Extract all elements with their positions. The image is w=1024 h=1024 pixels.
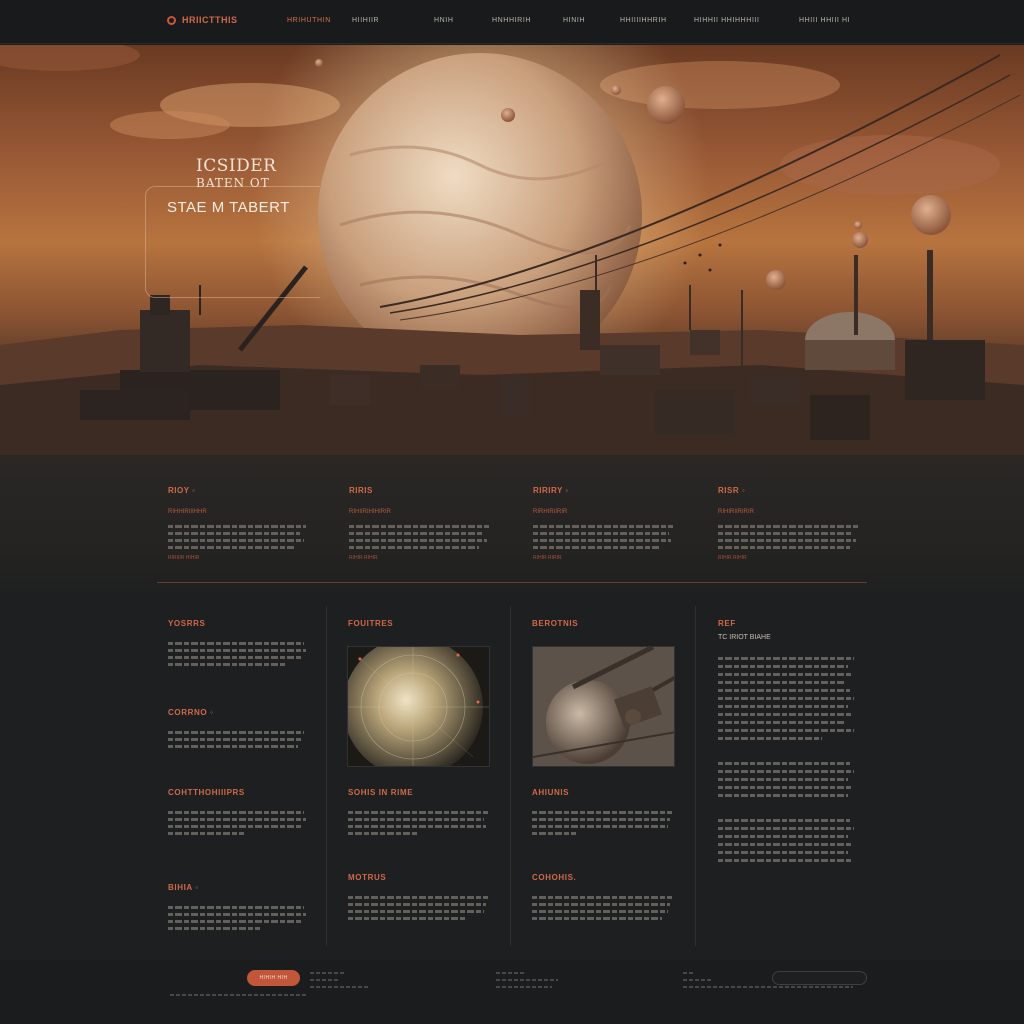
nav-item-4[interactable]: HNHHIRIH bbox=[492, 17, 531, 24]
feature-title[interactable]: RIRIS bbox=[349, 486, 494, 495]
section-subtitle: TC IRIOT BIAHE bbox=[718, 634, 771, 641]
column-divider bbox=[510, 606, 511, 946]
footer-button[interactable]: HIHIH HIH bbox=[247, 970, 300, 986]
feature-text bbox=[349, 525, 494, 549]
radar-illustration bbox=[348, 647, 489, 766]
nav-item-8[interactable]: HHIII HHIII HI bbox=[799, 17, 850, 24]
section-block: YOSRRS bbox=[168, 619, 310, 666]
feature-link[interactable]: RIHIR RIHIR bbox=[349, 555, 494, 561]
feature-card-3: RIRIRY ◦ RIRHIRIIRIR RIHIR RIRIR bbox=[533, 486, 678, 561]
section-text bbox=[718, 762, 860, 797]
section-block: COHTTHOHIIIPRS bbox=[168, 788, 310, 835]
content-grid bbox=[0, 590, 1024, 960]
section-title[interactable]: BEROTNIS bbox=[532, 619, 674, 628]
section-title[interactable]: AHIUNIS bbox=[532, 788, 674, 797]
section-text bbox=[718, 819, 860, 862]
section-title[interactable]: CORRNO ◦ bbox=[168, 708, 310, 717]
section-title[interactable]: COHTTHOHIIIPRS bbox=[168, 788, 310, 797]
logo[interactable]: HRIICTTHIS bbox=[167, 15, 238, 25]
feature-text bbox=[718, 525, 863, 549]
hero-heading-line-3: STAE M TABERT bbox=[167, 199, 290, 216]
nav-item-2[interactable]: HIIHIIR bbox=[352, 17, 379, 24]
section-text bbox=[348, 811, 490, 835]
feature-link[interactable]: RIRIIIR HIHIR bbox=[168, 555, 313, 561]
section-title[interactable]: BIHIA ◦ bbox=[168, 883, 310, 892]
nav-item-6[interactable]: HHIIIIHHRIH bbox=[620, 17, 667, 24]
section-text bbox=[718, 657, 860, 740]
section-title[interactable]: COHOHIS. bbox=[532, 873, 674, 882]
section-block: AHIUNIS bbox=[532, 788, 674, 835]
feature-title[interactable]: RISR ◦ bbox=[718, 486, 863, 495]
nav-item-1[interactable]: HRIHUTHIN bbox=[287, 17, 331, 24]
section-divider bbox=[157, 582, 867, 583]
column-divider bbox=[326, 606, 327, 946]
column-divider bbox=[695, 606, 696, 946]
feature-subtitle: RIRHIRIIRIR bbox=[533, 509, 568, 515]
feature-link[interactable]: RIHIR RIRIR bbox=[533, 555, 678, 561]
section-text bbox=[168, 642, 310, 666]
section-text bbox=[168, 906, 310, 930]
nav-item-7[interactable]: HIHHII HHIHHHIII bbox=[694, 17, 760, 24]
feature-strip bbox=[0, 455, 1024, 590]
section-text bbox=[532, 896, 674, 920]
hero-banner bbox=[0, 45, 1024, 455]
logo-icon bbox=[167, 15, 176, 25]
hero-heading-line-2: BATEN OT bbox=[196, 176, 270, 190]
section-title[interactable]: FOUITRES bbox=[348, 619, 490, 628]
section-title[interactable]: YOSRRS bbox=[168, 619, 310, 628]
feature-text bbox=[168, 525, 313, 549]
section-text bbox=[532, 811, 674, 835]
section-title[interactable]: SOHIS IN RIME bbox=[348, 788, 490, 797]
section-title[interactable]: MOTRUS bbox=[348, 873, 490, 882]
feature-subtitle: RIHHIRIIIHHR bbox=[168, 509, 207, 515]
feature-title[interactable]: RIRIRY ◦ bbox=[533, 486, 678, 495]
spacecraft-image[interactable] bbox=[532, 646, 675, 767]
section-block: MOTRUS bbox=[348, 873, 490, 920]
section-block: FOUITRES bbox=[348, 619, 490, 642]
section-block: SOHIS IN RIME bbox=[348, 788, 490, 835]
section-text bbox=[168, 731, 310, 748]
nav-item-3[interactable]: HNIH bbox=[434, 17, 454, 24]
footer-links bbox=[310, 972, 370, 988]
radar-image[interactable] bbox=[347, 646, 490, 767]
section-block: REF TC IRIOT BIAHE bbox=[718, 619, 860, 862]
logo-text: HRIICTTHIS bbox=[182, 15, 238, 25]
section-text bbox=[168, 811, 310, 835]
feature-title[interactable]: RIOY ◦ bbox=[168, 486, 313, 495]
feature-card-4: RISR ◦ RIHIRIIRIRIR RIHIR RIHIR bbox=[718, 486, 863, 561]
feature-subtitle: RIHIRIIRIRIR bbox=[718, 509, 754, 515]
nav-item-5[interactable]: HINIH bbox=[563, 17, 585, 24]
spacecraft-illustration bbox=[533, 647, 674, 766]
feature-card-2: RIRIS RIHIIRIHIHIRIR RIHIR RIHIR bbox=[349, 486, 494, 561]
section-block: COHOHIS. bbox=[532, 873, 674, 920]
footer bbox=[0, 960, 1024, 1024]
section-block: CORRNO ◦ bbox=[168, 708, 310, 748]
section-title[interactable]: REF bbox=[718, 619, 860, 628]
footer-links bbox=[496, 972, 558, 988]
feature-subtitle: RIHIIRIHIHIRIR bbox=[349, 509, 391, 515]
footer-text bbox=[170, 994, 308, 996]
section-block: BEROTNIS bbox=[532, 619, 674, 642]
top-navigation: HRIICTTHIS HRIHUTHIN HIIHIIR HNIH HNHHIR… bbox=[0, 0, 1024, 44]
hero-heading-line-1: ICSIDER bbox=[196, 156, 277, 176]
feature-text bbox=[533, 525, 678, 549]
newsletter-input[interactable] bbox=[772, 971, 867, 985]
feature-link[interactable]: RIHIR RIHIR bbox=[718, 555, 863, 561]
feature-card-1: RIOY ◦ RIHHIRIIIHHR RIRIIIR HIHIR bbox=[168, 486, 313, 561]
section-text bbox=[348, 896, 490, 920]
section-block: BIHIA ◦ bbox=[168, 883, 310, 930]
